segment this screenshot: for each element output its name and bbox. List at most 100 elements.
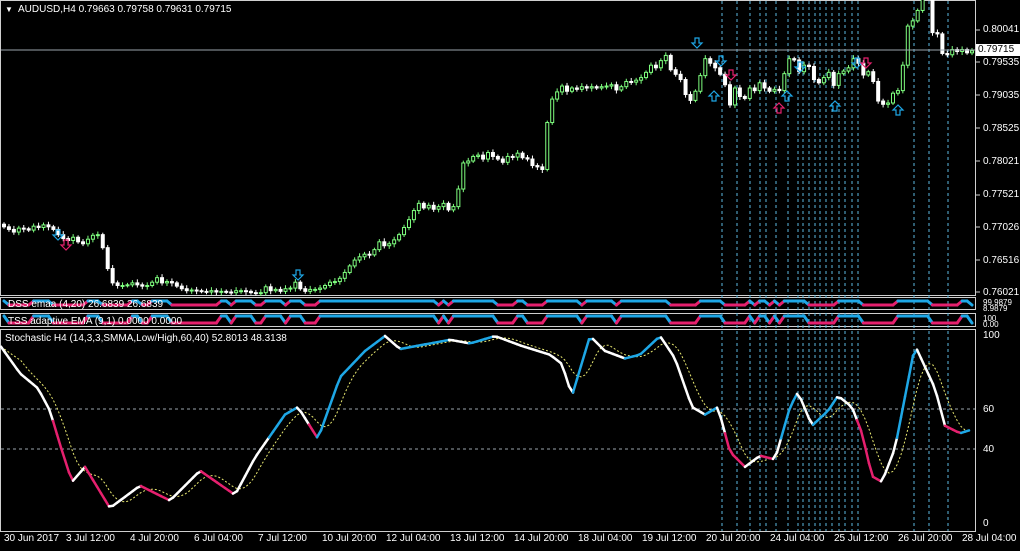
candle [140, 282, 145, 290]
candle [224, 289, 229, 294]
candle [565, 82, 570, 95]
indicator-segment [787, 400, 795, 412]
price-tick: 0.77026 [983, 222, 1020, 233]
stoch-axis-tick: 100 [983, 330, 1000, 341]
candle [283, 285, 288, 295]
candle [110, 265, 115, 286]
time-label: 7 Jul 12:00 [258, 533, 307, 544]
candle [481, 151, 486, 162]
indicator-segment [235, 482, 243, 493]
candle [530, 155, 535, 169]
candle [46, 221, 51, 231]
indicator-segment [583, 338, 591, 354]
candle [204, 288, 209, 295]
stoch-axis-tick: 60 [983, 404, 995, 415]
candle [179, 283, 184, 292]
candle [278, 286, 283, 294]
indicator-segment [575, 364, 583, 381]
candle [525, 155, 530, 162]
candle [510, 154, 515, 161]
candle [150, 280, 155, 288]
candle [955, 47, 960, 55]
candle [569, 86, 574, 94]
candle [2, 222, 6, 229]
candle [905, 23, 910, 69]
candle [663, 52, 668, 65]
candle [752, 84, 757, 94]
time-label: 3 Jul 12:00 [66, 533, 115, 544]
candle [915, 8, 920, 23]
chart-canvas[interactable] [0, 0, 1020, 551]
candle [545, 120, 550, 172]
candle [742, 94, 747, 101]
candle [436, 204, 441, 213]
candle [900, 61, 905, 94]
trading-chart-window[interactable]: ▼ AUDUSD,H4 0.79663 0.79758 0.79631 0.79… [0, 0, 1020, 551]
candle [219, 288, 224, 296]
candle [866, 69, 871, 77]
candle [970, 48, 974, 56]
candle [772, 86, 777, 94]
indicator-segment [799, 398, 807, 411]
candle [100, 232, 105, 250]
indicator-segment [563, 372, 571, 388]
stoch-axis-tick: 0 [983, 518, 989, 529]
candle [728, 81, 732, 108]
candle [95, 231, 100, 239]
candle [490, 149, 495, 160]
candle [782, 71, 787, 94]
time-label: 26 Jul 20:00 [898, 533, 953, 544]
candle [214, 288, 219, 296]
indicator-segment [803, 407, 811, 420]
symbol-dropdown-icon[interactable]: ▼ [5, 4, 13, 15]
candle [624, 78, 629, 90]
candle [688, 91, 693, 104]
time-label: 18 Jul 04:00 [578, 533, 633, 544]
candle [871, 68, 876, 84]
candle [155, 274, 160, 285]
indicator-segment [919, 357, 927, 369]
candle [406, 216, 411, 231]
candle [125, 282, 130, 288]
candle [792, 56, 797, 62]
indicator-segment [899, 395, 907, 419]
candle [476, 152, 481, 159]
candle [293, 279, 298, 292]
candle [76, 235, 81, 244]
candle [199, 288, 204, 294]
candle [653, 61, 658, 71]
candle [683, 77, 688, 98]
candle [51, 224, 56, 232]
candle [673, 67, 678, 77]
candle [244, 287, 248, 295]
indicator-segment [247, 460, 255, 471]
candle [940, 31, 945, 56]
candle [308, 285, 313, 295]
candle [451, 203, 456, 213]
candle [332, 278, 337, 285]
candle [431, 201, 436, 212]
candle [732, 85, 737, 109]
candle [747, 85, 752, 101]
candle [456, 185, 461, 210]
indicator-segment [859, 429, 867, 448]
indicator-segment [323, 406, 331, 421]
indicator-segment [43, 400, 51, 411]
candle [520, 151, 525, 160]
indicator-segment [683, 385, 691, 400]
candle [703, 55, 708, 79]
time-label: 30 Jun 2017 [4, 533, 60, 544]
candle [629, 77, 634, 85]
indicator-segment [675, 362, 683, 377]
time-label: 24 Jul 04:00 [770, 533, 825, 544]
candle [115, 280, 120, 289]
symbol-header: AUDUSD,H4 0.79663 0.79758 0.79631 0.7971… [18, 4, 232, 15]
candle [486, 150, 490, 163]
indicator-segment [39, 392, 47, 403]
candle [11, 225, 16, 235]
candle [416, 200, 421, 215]
candle [668, 53, 673, 72]
candle [263, 284, 268, 296]
candle [135, 279, 140, 288]
indicator-segment [719, 417, 727, 435]
